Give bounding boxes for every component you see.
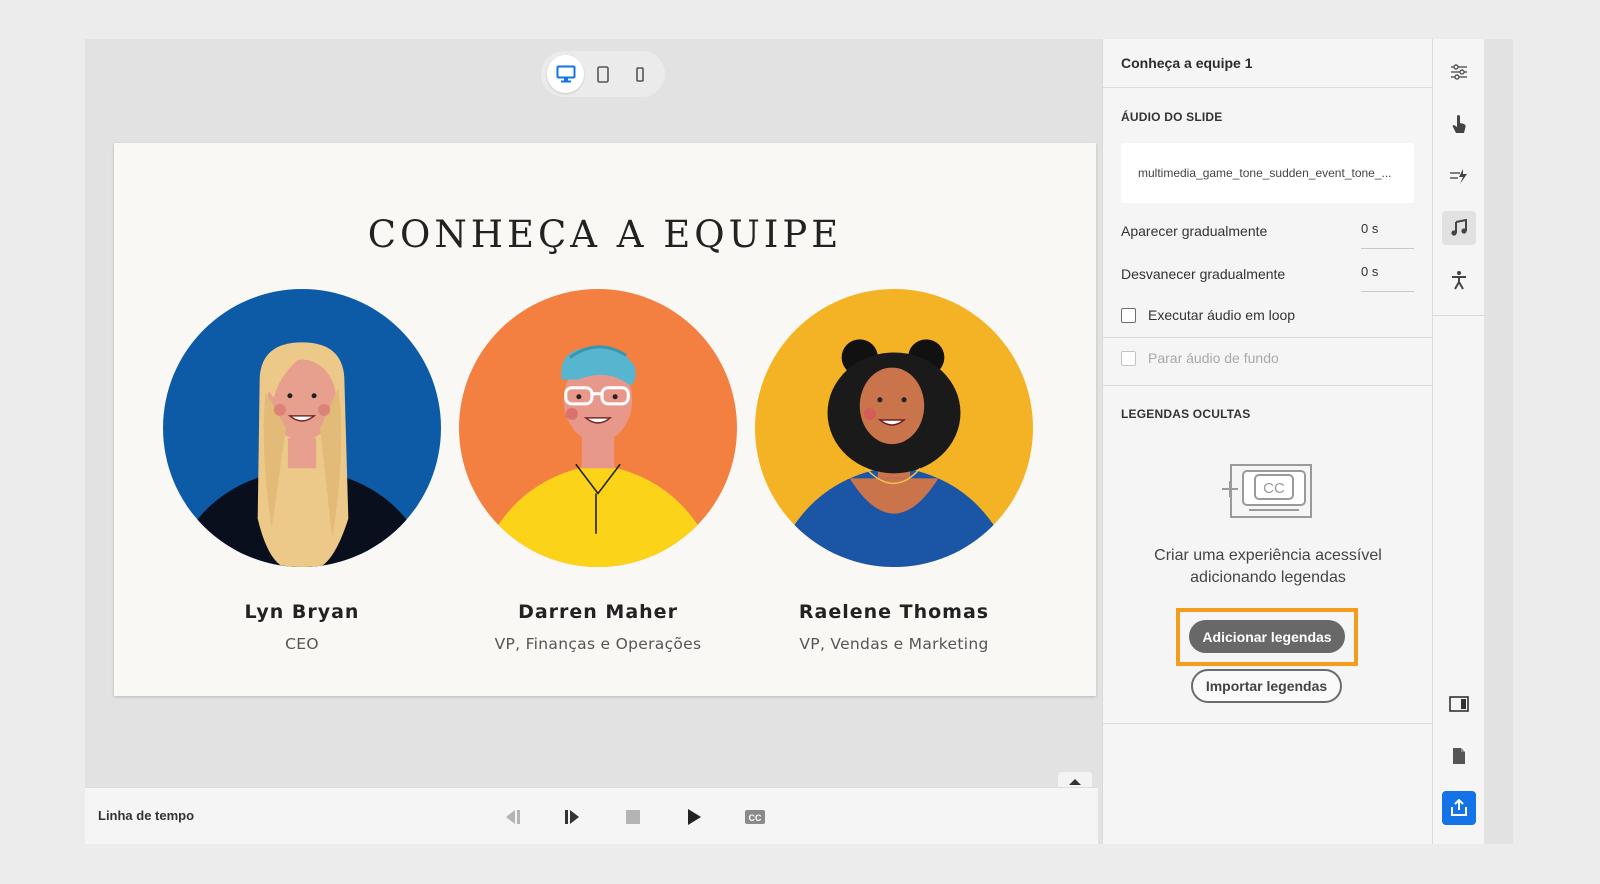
share-export-button[interactable]	[1442, 791, 1476, 825]
rail-divider	[1433, 315, 1485, 316]
audio-note-icon	[1451, 219, 1467, 236]
svg-text:CC: CC	[749, 813, 762, 823]
previous-slide-button[interactable]	[500, 804, 526, 830]
closed-captions-illustration-icon: CC	[1222, 464, 1312, 518]
closed-captions-button[interactable]: CC	[742, 804, 768, 830]
slide-title[interactable]: CONHEÇA A EQUIPE	[114, 213, 1096, 256]
audio-button[interactable]	[1442, 211, 1476, 245]
stop-icon	[626, 810, 640, 824]
device-preview-toggle	[541, 51, 665, 97]
fade-out-label: Desvanecer gradualmente	[1121, 266, 1286, 282]
next-frame-icon	[565, 810, 579, 824]
raelene-thomas-portrait[interactable]	[753, 287, 1035, 569]
play-button[interactable]	[681, 804, 707, 830]
timeline-label[interactable]: Linha de tempo	[98, 808, 194, 823]
fade-out-input[interactable]: 0 s	[1361, 264, 1414, 292]
next-frame-button[interactable]	[559, 804, 585, 830]
stop-button[interactable]	[620, 804, 646, 830]
animation-icon	[1450, 169, 1467, 184]
closed-captions-section: LEGENDAS OCULTAS CC Criar uma experiênci…	[1103, 386, 1433, 724]
interactions-button[interactable]	[1442, 107, 1476, 141]
animations-button[interactable]	[1442, 159, 1476, 193]
member-role[interactable]: VP, Vendas e Marketing	[753, 635, 1035, 653]
audio-file-field[interactable]: multimedia_game_tone_sudden_event_tone_.…	[1121, 143, 1414, 203]
chevron-up-icon	[1069, 779, 1081, 785]
desktop-view-button[interactable]	[547, 55, 585, 93]
member-name[interactable]: Raelene Thomas	[753, 601, 1035, 623]
fade-in-input[interactable]: 0 s	[1361, 221, 1414, 249]
panel-layout-icon	[1449, 696, 1469, 712]
loop-audio-checkbox[interactable]: Executar áudio em loop	[1121, 307, 1295, 323]
slide-canvas[interactable]: CONHEÇA A EQUIPE Lyn Bryan CEO Darren Ma…	[114, 143, 1096, 696]
darren-maher-portrait[interactable]	[457, 287, 739, 569]
lyn-bryan-portrait[interactable]	[161, 287, 443, 569]
add-captions-button[interactable]: Adicionar legendas	[1189, 620, 1345, 653]
closed-captions-icon: CC	[745, 810, 765, 824]
share-export-icon	[1451, 799, 1467, 816]
stop-background-audio-label: Parar áudio de fundo	[1148, 350, 1279, 366]
member-role[interactable]: VP, Finanças e Operações	[457, 635, 739, 653]
panel-layout-button[interactable]	[1442, 687, 1476, 721]
right-icon-rail	[1432, 39, 1485, 844]
interaction-hand-icon	[1452, 115, 1466, 133]
section-title: LEGENDAS OCULTAS	[1121, 407, 1251, 421]
tablet-view-button[interactable]	[584, 55, 621, 93]
desktop-icon	[556, 65, 576, 83]
properties-button[interactable]	[1442, 55, 1476, 89]
editor-window: CONHEÇA A EQUIPE Lyn Bryan CEO Darren Ma…	[85, 39, 1513, 844]
checkbox-box	[1121, 350, 1136, 366]
accessibility-button[interactable]	[1442, 263, 1476, 297]
properties-sliders-icon	[1451, 64, 1467, 80]
previous-slide-icon	[506, 810, 520, 824]
properties-panel: Conheça a equipe 1 ÁUDIO DO SLIDE multim…	[1102, 39, 1433, 844]
play-icon	[688, 809, 701, 825]
fade-in-row: Aparecer gradualmente 0 s	[1121, 219, 1414, 249]
svg-text:CC: CC	[1263, 480, 1285, 497]
team-member-card[interactable]: Raelene Thomas VP, Vendas e Marketing	[753, 287, 1035, 653]
import-captions-button[interactable]: Importar legendas	[1191, 669, 1342, 703]
mobile-view-button[interactable]	[622, 55, 659, 93]
document-button[interactable]	[1442, 739, 1476, 773]
stop-background-audio-checkbox: Parar áudio de fundo	[1121, 350, 1279, 366]
captions-description: Criar uma experiência acessível adiciona…	[1154, 547, 1382, 586]
tablet-icon	[597, 65, 609, 83]
team-member-card[interactable]: Darren Maher VP, Finanças e Operações	[457, 287, 739, 653]
member-name[interactable]: Darren Maher	[457, 601, 739, 623]
fade-in-label: Aparecer gradualmente	[1121, 223, 1268, 239]
section-title: ÁUDIO DO SLIDE	[1121, 110, 1223, 124]
document-icon	[1453, 748, 1465, 764]
slide-audio-section: ÁUDIO DO SLIDE multimedia_game_tone_sudd…	[1103, 39, 1433, 338]
timeline-bar: Linha de tempo CC	[85, 787, 1098, 844]
mobile-icon	[636, 66, 645, 82]
checkbox-box[interactable]	[1121, 307, 1136, 323]
member-name[interactable]: Lyn Bryan	[161, 601, 443, 623]
member-role[interactable]: CEO	[161, 635, 443, 653]
team-member-card[interactable]: Lyn Bryan CEO	[161, 287, 443, 653]
accessibility-icon	[1452, 271, 1466, 290]
fade-out-row: Desvanecer gradualmente 0 s	[1121, 262, 1414, 292]
loop-audio-label: Executar áudio em loop	[1148, 307, 1296, 323]
